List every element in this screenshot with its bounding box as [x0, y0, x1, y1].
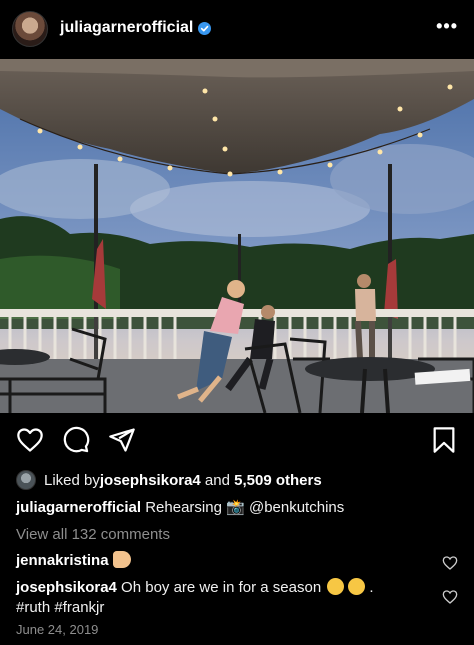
comment-username[interactable]: josephsikora4: [16, 579, 117, 596]
view-all-comments-link[interactable]: View all 132 comments: [16, 526, 170, 543]
likes-summary[interactable]: Liked by josephsikora4 and 5,509 others: [16, 468, 456, 492]
comment-icon[interactable]: [62, 426, 90, 454]
caption-mention[interactable]: @benkutchins: [245, 499, 344, 516]
post-caption: juliagarnerofficial Rehearsing 📸 @benkut…: [16, 498, 344, 516]
share-icon[interactable]: [108, 426, 136, 454]
caption-username[interactable]: juliagarnerofficial: [16, 499, 141, 516]
post-actions: [0, 418, 474, 462]
more-options-icon[interactable]: •••: [436, 16, 458, 37]
comment-username[interactable]: jennakristina: [16, 552, 109, 569]
liker-avatar: [16, 470, 36, 490]
likes-middle: and: [200, 471, 235, 489]
post-date: June 24, 2019: [16, 622, 99, 637]
camera-flash-emoji-icon: 📸: [226, 499, 245, 516]
verified-badge-icon: [198, 22, 211, 35]
profile-avatar[interactable]: [12, 11, 48, 47]
comment-like-heart-icon[interactable]: [442, 589, 458, 605]
comment-item: jennakristina: [16, 551, 436, 571]
laughing-emoji-icon: [348, 578, 366, 595]
likes-count[interactable]: 5,509 others: [234, 472, 322, 489]
post-image[interactable]: [0, 59, 474, 413]
grimacing-emoji-icon: [327, 578, 345, 595]
likes-prefix: Liked by: [44, 471, 100, 489]
caption-text: Rehearsing: [141, 499, 227, 516]
flexed-biceps-emoji-icon: [112, 551, 131, 568]
comment-like-heart-icon[interactable]: [442, 555, 458, 571]
liker-username[interactable]: josephsikora4: [100, 472, 201, 489]
post-username[interactable]: juliagarnerofficial: [60, 19, 193, 37]
comment-item: josephsikora4 Oh boy are we in for a sea…: [16, 578, 374, 616]
bookmark-icon[interactable]: [430, 426, 458, 454]
post-header: juliagarnerofficial •••: [0, 0, 474, 58]
heart-icon[interactable]: [16, 426, 44, 454]
comment-hashtags[interactable]: #ruth #frankjr: [16, 599, 104, 616]
